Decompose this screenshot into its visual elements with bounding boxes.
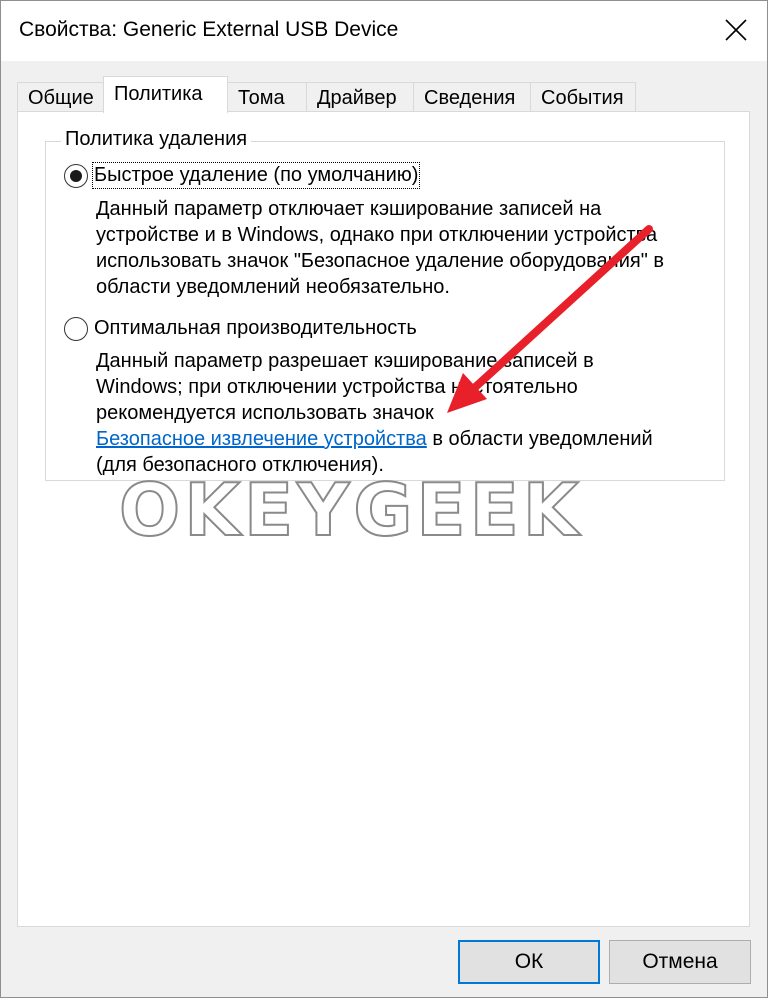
watermark-logo: OKEYGEEK (118, 467, 583, 553)
description-line: Windows; при отключении устройства насто… (96, 376, 578, 398)
quick-removal-label[interactable]: Быстрое удаление (по умолчанию) (91, 162, 421, 189)
better-performance-description: Данный параметр разрешает кэширование за… (96, 348, 653, 478)
description-line: использовать значок "Безопасное удаление… (96, 250, 664, 272)
close-icon (725, 19, 747, 41)
safely-remove-link[interactable]: Безопасное извлечение устройства (96, 428, 427, 450)
properties-dialog: Свойства: Generic External USB Device Об… (0, 0, 768, 998)
better-performance-label[interactable]: Оптимальная производительность (94, 317, 417, 340)
description-line: Безопасное извлечение устройства в облас… (96, 426, 653, 452)
ok-button[interactable]: ОК (458, 940, 600, 984)
description-fragment: в области уведомлений (426, 428, 653, 450)
quick-removal-description: Данный параметр отключает кэширование за… (96, 196, 664, 300)
description-line: устройстве и в Windows, однако при отклю… (96, 224, 658, 246)
description-line: рекомендуется использовать значок (96, 402, 434, 424)
tab-driver[interactable]: Драйвер (306, 82, 414, 112)
tab-events[interactable]: События (530, 82, 636, 112)
quick-removal-radio[interactable] (64, 164, 88, 188)
tab-general[interactable]: Общие (17, 82, 104, 112)
close-button[interactable] (707, 1, 767, 61)
cancel-button[interactable]: Отмена (609, 940, 751, 984)
tab-bar: Общие Политика Тома Драйвер Сведения Соб… (17, 76, 757, 113)
tab-details[interactable]: Сведения (413, 82, 531, 112)
radio-selected-dot (70, 170, 82, 182)
better-performance-radio[interactable] (64, 317, 88, 341)
window-title: Свойства: Generic External USB Device (19, 18, 399, 41)
description-line: Данный параметр отключает кэширование за… (96, 198, 602, 220)
description-line: области уведомлений необязательно. (96, 276, 450, 298)
group-title: Политика удаления (61, 128, 252, 151)
title-bar[interactable]: Свойства: Generic External USB Device (1, 1, 767, 61)
tab-volumes[interactable]: Тома (227, 82, 307, 112)
description-line: Данный параметр разрешает кэширование за… (96, 350, 594, 372)
tab-policy[interactable]: Политика (103, 76, 228, 113)
